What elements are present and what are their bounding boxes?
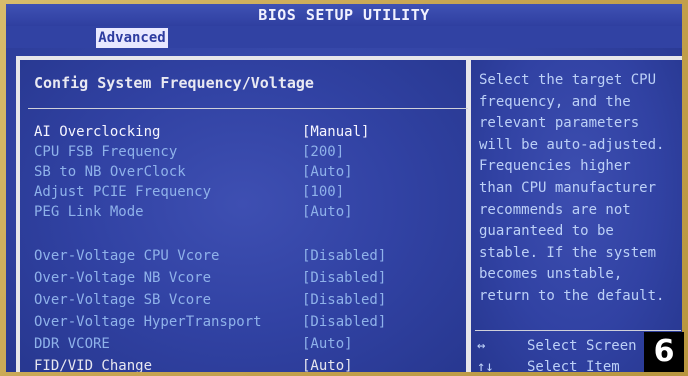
setting-value[interactable]: [Auto] (302, 162, 353, 182)
help-text: Select the target CPU frequency, and the… (479, 70, 679, 308)
help-line: will be auto-adjusted. (479, 136, 665, 153)
setting-value[interactable]: [Auto] (302, 356, 353, 372)
key-hint-label: Select Screen (527, 338, 637, 354)
setting-value[interactable]: [Auto] (302, 202, 353, 222)
setting-label: PEG Link Mode (34, 204, 144, 220)
setting-ddr-vcore[interactable]: DDR VCORE [Auto] (34, 334, 464, 354)
help-line: becomes unstable, (479, 266, 623, 283)
settings-panel: Config System Frequency/Voltage AI Overc… (20, 60, 469, 372)
setting-cpu-fsb-frequency[interactable]: CPU FSB Frequency [200] (34, 142, 464, 162)
help-line: Select the target CPU (479, 72, 657, 88)
setting-over-voltage-nb-vcore[interactable]: Over-Voltage NB Vcore [Disabled] (34, 268, 464, 288)
setting-over-voltage-hypertransport[interactable]: Over-Voltage HyperTransport [Disabled] (34, 312, 464, 332)
help-panel: Select the target CPU frequency, and the… (471, 60, 682, 372)
help-line: than CPU manufacturer (479, 179, 657, 196)
help-line: return to the default. (479, 287, 665, 304)
setting-over-voltage-sb-vcore[interactable]: Over-Voltage SB Vcore [Disabled] (34, 290, 464, 310)
help-line: stable. If the system (479, 244, 657, 261)
tab-bar: Advanced (6, 26, 682, 48)
photo-background: BIOS SETUP UTILITY Advanced Config Syste… (0, 0, 688, 376)
setting-label: Adjust PCIE Frequency (34, 184, 212, 200)
left-right-arrows-icon: ↔ (477, 338, 486, 354)
bios-screen: BIOS SETUP UTILITY Advanced Config Syste… (6, 4, 682, 372)
help-line: relevant parameters (479, 115, 640, 132)
setting-value[interactable]: [100] (302, 182, 344, 202)
help-line: frequency, and the (479, 93, 631, 110)
window-title: BIOS SETUP UTILITY (6, 4, 682, 26)
setting-value[interactable]: [200] (302, 142, 344, 162)
setting-label: DDR VCORE (34, 336, 110, 352)
setting-value[interactable]: [Disabled] (302, 268, 386, 288)
setting-label: Over-Voltage NB Vcore (34, 270, 212, 286)
setting-peg-link-mode[interactable]: PEG Link Mode [Auto] (34, 202, 464, 222)
key-hint-label: Select Item (527, 359, 620, 372)
setting-label: CPU FSB Frequency (34, 144, 178, 160)
up-down-arrows-icon: ↑↓ (477, 359, 494, 372)
setting-label: Over-Voltage CPU Vcore (34, 248, 220, 264)
setting-ai-overclocking[interactable]: AI Overclocking [Manual] (34, 122, 464, 142)
setting-label: SB to NB OverClock (34, 164, 186, 180)
setting-value[interactable]: [Auto] (302, 334, 353, 354)
figure-number-badge: 6 (644, 332, 684, 372)
content-frame: Config System Frequency/Voltage AI Overc… (16, 56, 682, 372)
setting-sb-to-nb-overclock[interactable]: SB to NB OverClock [Auto] (34, 162, 464, 182)
keys-divider (475, 330, 681, 331)
heading-divider (28, 108, 468, 109)
setting-value[interactable]: [Disabled] (302, 246, 386, 266)
setting-value[interactable]: [Disabled] (302, 312, 386, 332)
setting-label: Over-Voltage HyperTransport (34, 314, 262, 330)
setting-label: FID/VID Change (34, 358, 153, 372)
setting-adjust-pcie-frequency[interactable]: Adjust PCIE Frequency [100] (34, 182, 464, 202)
tab-advanced[interactable]: Advanced (96, 28, 168, 48)
help-line: guaranteed to be (479, 223, 614, 240)
page-title: Config System Frequency/Voltage (34, 74, 314, 92)
help-line: recommends are not (479, 201, 631, 218)
setting-value[interactable]: [Manual] (302, 122, 369, 142)
setting-over-voltage-cpu-vcore[interactable]: Over-Voltage CPU Vcore [Disabled] (34, 246, 464, 266)
setting-value[interactable]: [Disabled] (302, 290, 386, 310)
setting-label: AI Overclocking (34, 124, 161, 140)
setting-fid-vid-change[interactable]: FID/VID Change [Auto] (34, 356, 464, 372)
setting-label: Over-Voltage SB Vcore (34, 292, 212, 308)
help-line: Frequencies higher (479, 158, 631, 175)
